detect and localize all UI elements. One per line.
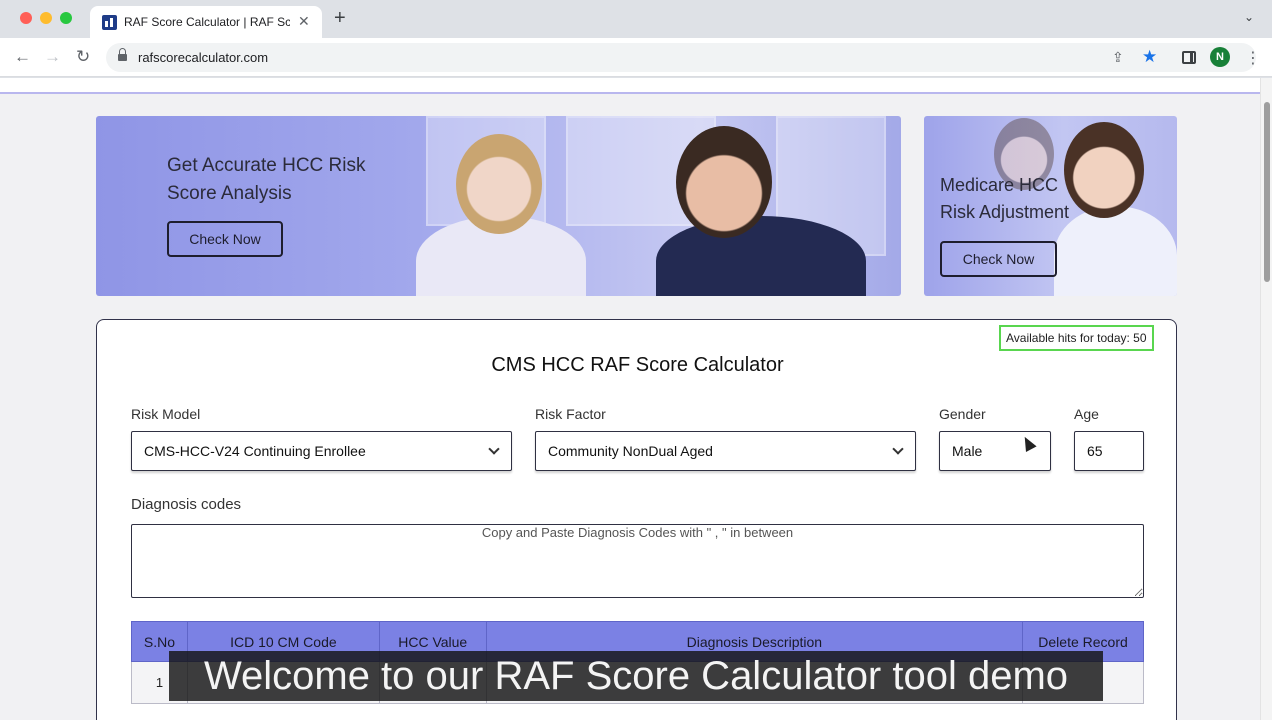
bookmark-star-icon[interactable]: ★ [1142,47,1157,67]
browser-tab[interactable]: RAF Score Calculator | RAF Sc ✕ [90,6,322,38]
address-bar[interactable]: rafscorecalculator.com [106,43,1256,72]
woman-head-illustration [456,134,542,234]
page-title: CMS HCC RAF Score Calculator [491,354,784,376]
doctor-body-illustration [1054,206,1177,296]
gender-select[interactable]: Male [939,431,1051,471]
favicon-icon [102,15,117,30]
risk-factor-value: Community NonDual Aged [548,443,713,459]
close-window-icon[interactable] [20,12,32,24]
risk-factor-select[interactable]: Community NonDual Aged [535,431,916,471]
url-text[interactable]: rafscorecalculator.com [138,50,268,65]
reload-icon[interactable]: ↻ [76,47,90,67]
tab-close-icon[interactable]: ✕ [298,13,310,30]
chevron-down-icon [488,443,500,455]
browser-toolbar: ← → ↻ rafscorecalculator.com [0,38,1272,77]
risk-model-select[interactable]: CMS-HCC-V24 Continuing Enrollee [131,431,512,471]
doctor-head-illustration [1064,122,1144,218]
chevron-down-icon [892,443,904,455]
banner-headline: Get Accurate HCC Risk Score Analysis [167,155,366,204]
gender-label: Gender [939,406,986,422]
risk-model-label: Risk Model [131,406,201,422]
age-value: 65 [1087,443,1103,459]
age-input[interactable]: 65 [1074,431,1144,471]
risk-factor-label: Risk Factor [535,406,606,422]
scrollbar-thumb[interactable] [1264,102,1270,282]
banner-headline: Medicare HCC Risk Adjustment [940,175,1070,222]
risk-model-value: CMS-HCC-V24 Continuing Enrollee [144,443,366,459]
profile-avatar[interactable]: N [1210,47,1230,67]
site-header-strip [0,78,1260,94]
diagnosis-codes-label: Diagnosis codes [131,496,242,513]
share-icon[interactable]: ⇪ [1112,49,1124,66]
man-head-illustration [676,126,772,238]
age-label: Age [1074,406,1099,422]
tab-title: RAF Score Calculator | RAF Sc [124,15,290,29]
video-caption: Welcome to our RAF Score Calculator tool… [169,651,1103,701]
page-content: Get Accurate HCC Risk Score Analysis Che… [0,78,1260,720]
man-body-illustration [656,216,866,296]
available-hits-badge: Available hits for today: 50 [999,325,1154,351]
browser-tab-bar: RAF Score Calculator | RAF Sc ✕ + ⌄ [0,0,1272,38]
tab-search-icon[interactable]: ⌄ [1244,10,1254,24]
page-scrollbar[interactable] [1260,78,1272,720]
diagnosis-codes-input[interactable] [131,524,1144,598]
lock-icon[interactable] [118,48,127,62]
medicare-hcc-banner: Medicare HCC Risk Adjustment Check Now [924,116,1177,296]
check-now-button[interactable]: Check Now [167,221,283,257]
back-icon[interactable]: ← [14,47,31,67]
browser-menu-icon[interactable]: ⋮ [1245,48,1261,68]
side-panel-icon[interactable] [1182,51,1196,64]
zoom-window-icon[interactable] [60,12,72,24]
hcc-analysis-banner: Get Accurate HCC Risk Score Analysis Che… [96,116,901,296]
check-now-button[interactable]: Check Now [940,241,1057,277]
gender-value: Male [952,443,983,459]
minimize-window-icon[interactable] [40,12,52,24]
forward-icon[interactable]: → [44,47,61,67]
new-tab-icon[interactable]: + [334,7,346,30]
